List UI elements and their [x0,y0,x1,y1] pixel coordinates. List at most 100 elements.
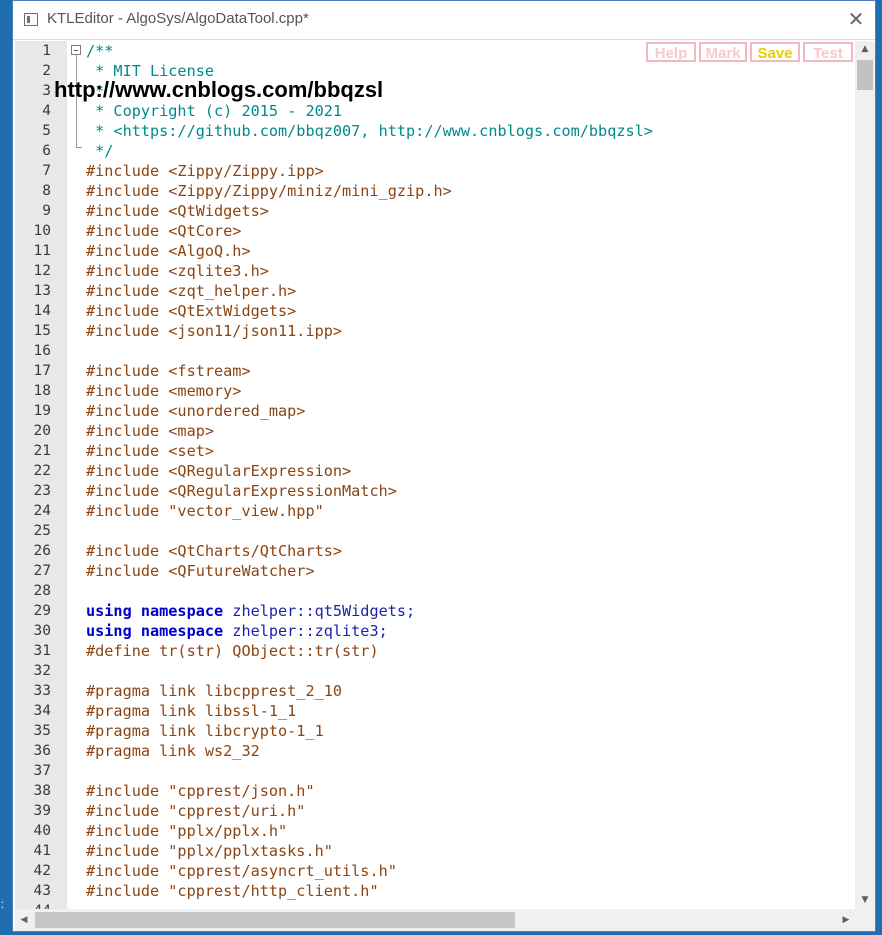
horizontal-scroll-thumb[interactable] [35,912,515,928]
line-number: 36 [33,743,51,759]
code-line[interactable]: #pragma link libcpprest_2_10 [86,681,342,701]
identifier-token: zhelper::qt5Widgets; [223,602,416,620]
code-line[interactable]: #include <json11/json11.ipp> [86,321,342,341]
code-line[interactable]: #include <QRegularExpressionMatch> [86,481,397,501]
line-number: 2 [42,63,51,79]
horizontal-scrollbar[interactable]: ◀ ▶ [15,909,855,931]
title-bar[interactable]: KTLEditor - AlgoSys/AlgoDataTool.cpp* ✕ [13,1,875,40]
code-line[interactable]: #pragma link ws2_32 [86,741,260,761]
line-number: 3 [42,83,51,99]
code-line[interactable]: */ [86,141,113,161]
line-number: 32 [33,663,51,679]
line-number: 27 [33,563,51,579]
line-number-gutter: 1 2 3 4 5 6 7 8 9 10 11 12 13 14 15 16 17 18 19 20 21 22 23 24 2… [15,41,67,909]
line-number: 5 [42,123,51,139]
line-number: 37 [33,763,51,779]
code-line[interactable]: using namespace zhelper::qt5Widgets; [86,601,415,621]
line-number: 30 [33,623,51,639]
code-line[interactable]: #include <Zippy/Zippy/miniz/mini_gzip.h> [86,181,452,201]
line-number: 18 [33,383,51,399]
code-line[interactable]: #include <set> [86,441,214,461]
code-line[interactable]: using namespace zhelper::zqlite3; [86,621,388,641]
code-line[interactable]: #include "cpprest/asyncrt_utils.h" [86,861,397,881]
line-number: 14 [33,303,51,319]
code-line[interactable]: /** [86,41,113,61]
code-line[interactable]: #define tr(str) QObject::tr(str) [86,641,379,661]
code-line[interactable]: #include "cpprest/json.h" [86,781,315,801]
mark-button[interactable]: Mark [699,42,747,62]
code-editor[interactable]: 1 2 3 4 5 6 7 8 9 10 11 12 13 14 15 16 17 18 19 20 21 22 23 24 2… [15,41,855,909]
code-line[interactable]: #include "cpprest/uri.h" [86,801,305,821]
line-number: 35 [33,723,51,739]
window-title: KTLEditor - AlgoSys/AlgoDataTool.cpp* [47,10,309,27]
line-number: 8 [42,183,51,199]
code-line[interactable]: #include <zqlite3.h> [86,261,269,281]
code-line[interactable]: * Copyright (c) 2015 - 2021 [86,101,342,121]
line-number: 26 [33,543,51,559]
line-number: 11 [33,243,51,259]
code-area[interactable]: /** * MIT License * * Copyright (c) 2015… [86,41,855,909]
line-number: 12 [33,263,51,279]
line-number: 33 [33,683,51,699]
vertical-scrollbar[interactable]: ▲ ▼ [855,41,875,909]
code-line[interactable]: #pragma link libcrypto-1_1 [86,721,324,741]
line-number: 31 [33,643,51,659]
app-icon [24,13,38,26]
code-line[interactable]: #include <fstream> [86,361,251,381]
scroll-down-icon[interactable]: ▼ [855,892,875,909]
identifier-token: zhelper::zqlite3; [223,622,388,640]
line-number: 6 [42,143,51,159]
line-number: 38 [33,783,51,799]
line-number: 22 [33,463,51,479]
line-number: 42 [33,863,51,879]
code-line[interactable]: #include <QtCore> [86,221,241,241]
code-line[interactable]: #include <memory> [86,381,241,401]
line-number: 34 [33,703,51,719]
line-number: 40 [33,823,51,839]
line-number: 24 [33,503,51,519]
code-line[interactable]: #include <QFutureWatcher> [86,561,315,581]
line-number: 41 [33,843,51,859]
line-number: 15 [33,323,51,339]
fold-toggle-icon[interactable] [71,45,81,55]
line-number: 16 [33,343,51,359]
code-line[interactable]: #include "cpprest/http_client.h" [86,881,379,901]
fold-end-marker [76,147,82,148]
code-line[interactable]: #include "vector_view.hpp" [86,501,324,521]
line-number: 28 [33,583,51,599]
line-number: 43 [33,883,51,899]
code-line[interactable]: #pragma link libssl-1_1 [86,701,296,721]
vertical-scroll-thumb[interactable] [857,60,873,90]
keyword-token: using namespace [86,602,224,620]
line-number: 21 [33,443,51,459]
scroll-right-icon[interactable]: ▶ [837,909,855,931]
code-line[interactable]: #include <QtWidgets> [86,201,269,221]
line-number: 4 [42,103,51,119]
save-button[interactable]: Save [750,42,800,62]
line-number: 19 [33,403,51,419]
code-line[interactable]: #include <QRegularExpression> [86,461,351,481]
line-number: 10 [33,223,51,239]
code-line[interactable]: #include <zqt_helper.h> [86,281,296,301]
code-line[interactable]: #include <Zippy/Zippy.ipp> [86,161,324,181]
scroll-left-icon[interactable]: ◀ [15,909,33,931]
line-number: 20 [33,423,51,439]
code-line[interactable]: #include "pplx/pplxtasks.h" [86,841,333,861]
scroll-up-icon[interactable]: ▲ [855,41,875,58]
code-line[interactable]: #include <unordered_map> [86,401,305,421]
code-line[interactable]: #include <QtExtWidgets> [86,301,296,321]
code-line[interactable]: #include <QtCharts/QtCharts> [86,541,342,561]
editor-window: KTLEditor - AlgoSys/AlgoDataTool.cpp* ✕ … [12,0,876,932]
code-line[interactable]: * <https://github.com/bbqz007, http://ww… [86,121,653,141]
resize-grip-icon: · · [0,898,5,912]
code-line[interactable]: #include <AlgoQ.h> [86,241,251,261]
test-button[interactable]: Test [803,42,853,62]
code-line[interactable]: #include "pplx/pplx.h" [86,821,287,841]
code-line[interactable]: #include <map> [86,421,214,441]
fold-margin [67,41,85,909]
close-button[interactable]: ✕ [841,5,871,33]
help-button[interactable]: Help [646,42,696,62]
line-number: 25 [33,523,51,539]
scrollbar-corner [855,909,875,931]
line-number: 13 [33,283,51,299]
